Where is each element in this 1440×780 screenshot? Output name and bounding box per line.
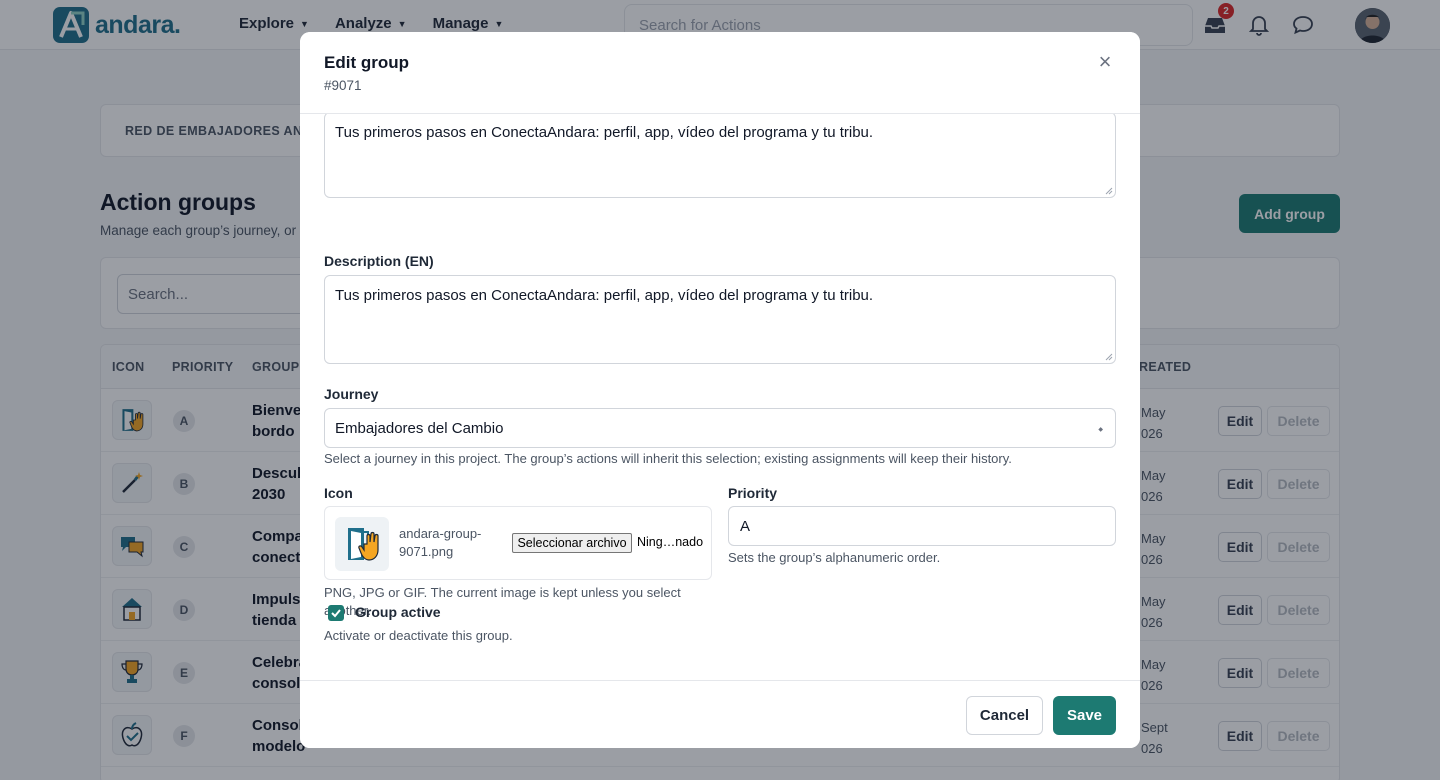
priority-input[interactable]: A bbox=[728, 506, 1116, 546]
modal-title: Edit group bbox=[324, 53, 409, 72]
journey-select[interactable]: Embajadores del Cambio ◆ bbox=[324, 408, 1116, 448]
close-icon[interactable]: × bbox=[1093, 49, 1117, 74]
cancel-button[interactable]: Cancel bbox=[966, 696, 1043, 735]
journey-label: Journey bbox=[324, 386, 379, 402]
icon-file-name: andara-group-9071.png bbox=[399, 526, 482, 559]
priority-label: Priority bbox=[728, 485, 778, 501]
select-arrow-icon: ◆ bbox=[1098, 427, 1103, 433]
description-en-label: Description (EN) bbox=[324, 253, 434, 269]
resize-grip-icon[interactable] bbox=[1105, 353, 1113, 361]
modal-body: Tus primeros pasos en ConectaAndara: per… bbox=[300, 114, 1140, 680]
priority-help: Sets the group’s alphanumeric order. bbox=[728, 550, 941, 565]
description-es-textarea[interactable]: Tus primeros pasos en ConectaAndara: per… bbox=[324, 114, 1116, 198]
icon-label: Icon bbox=[324, 485, 353, 501]
journey-help: Select a journey in this project. The gr… bbox=[324, 451, 1012, 466]
description-en-value: Tus primeros pasos en ConectaAndara: per… bbox=[335, 287, 874, 304]
modal-footer: Cancel Save bbox=[300, 680, 1140, 748]
icon-upload: andara-group-9071.png Seleccionar archiv… bbox=[324, 506, 712, 580]
group-active-checkbox[interactable] bbox=[328, 605, 344, 621]
group-active-label[interactable]: Group active bbox=[355, 604, 441, 620]
journey-value: Embajadores del Cambio bbox=[335, 419, 504, 437]
group-id: #9071 bbox=[324, 78, 362, 93]
choose-file-button[interactable]: Seleccionar archivo bbox=[512, 533, 632, 553]
description-es-value: Tus primeros pasos en ConectaAndara: per… bbox=[335, 124, 874, 141]
check-icon bbox=[331, 609, 341, 618]
save-button[interactable]: Save bbox=[1053, 696, 1116, 735]
resize-grip-icon[interactable] bbox=[1105, 187, 1113, 195]
description-en-textarea[interactable]: Tus primeros pasos en ConectaAndara: per… bbox=[324, 275, 1116, 364]
edit-group-modal: Edit group #9071 × Tus primeros pasos en… bbox=[300, 32, 1140, 748]
file-status: Ning…nado bbox=[637, 535, 704, 549]
modal-header: Edit group #9071 × bbox=[300, 32, 1140, 114]
priority-value: A bbox=[740, 517, 751, 535]
door-hand-icon bbox=[335, 517, 389, 571]
group-active-help: Activate or deactivate this group. bbox=[324, 628, 513, 643]
